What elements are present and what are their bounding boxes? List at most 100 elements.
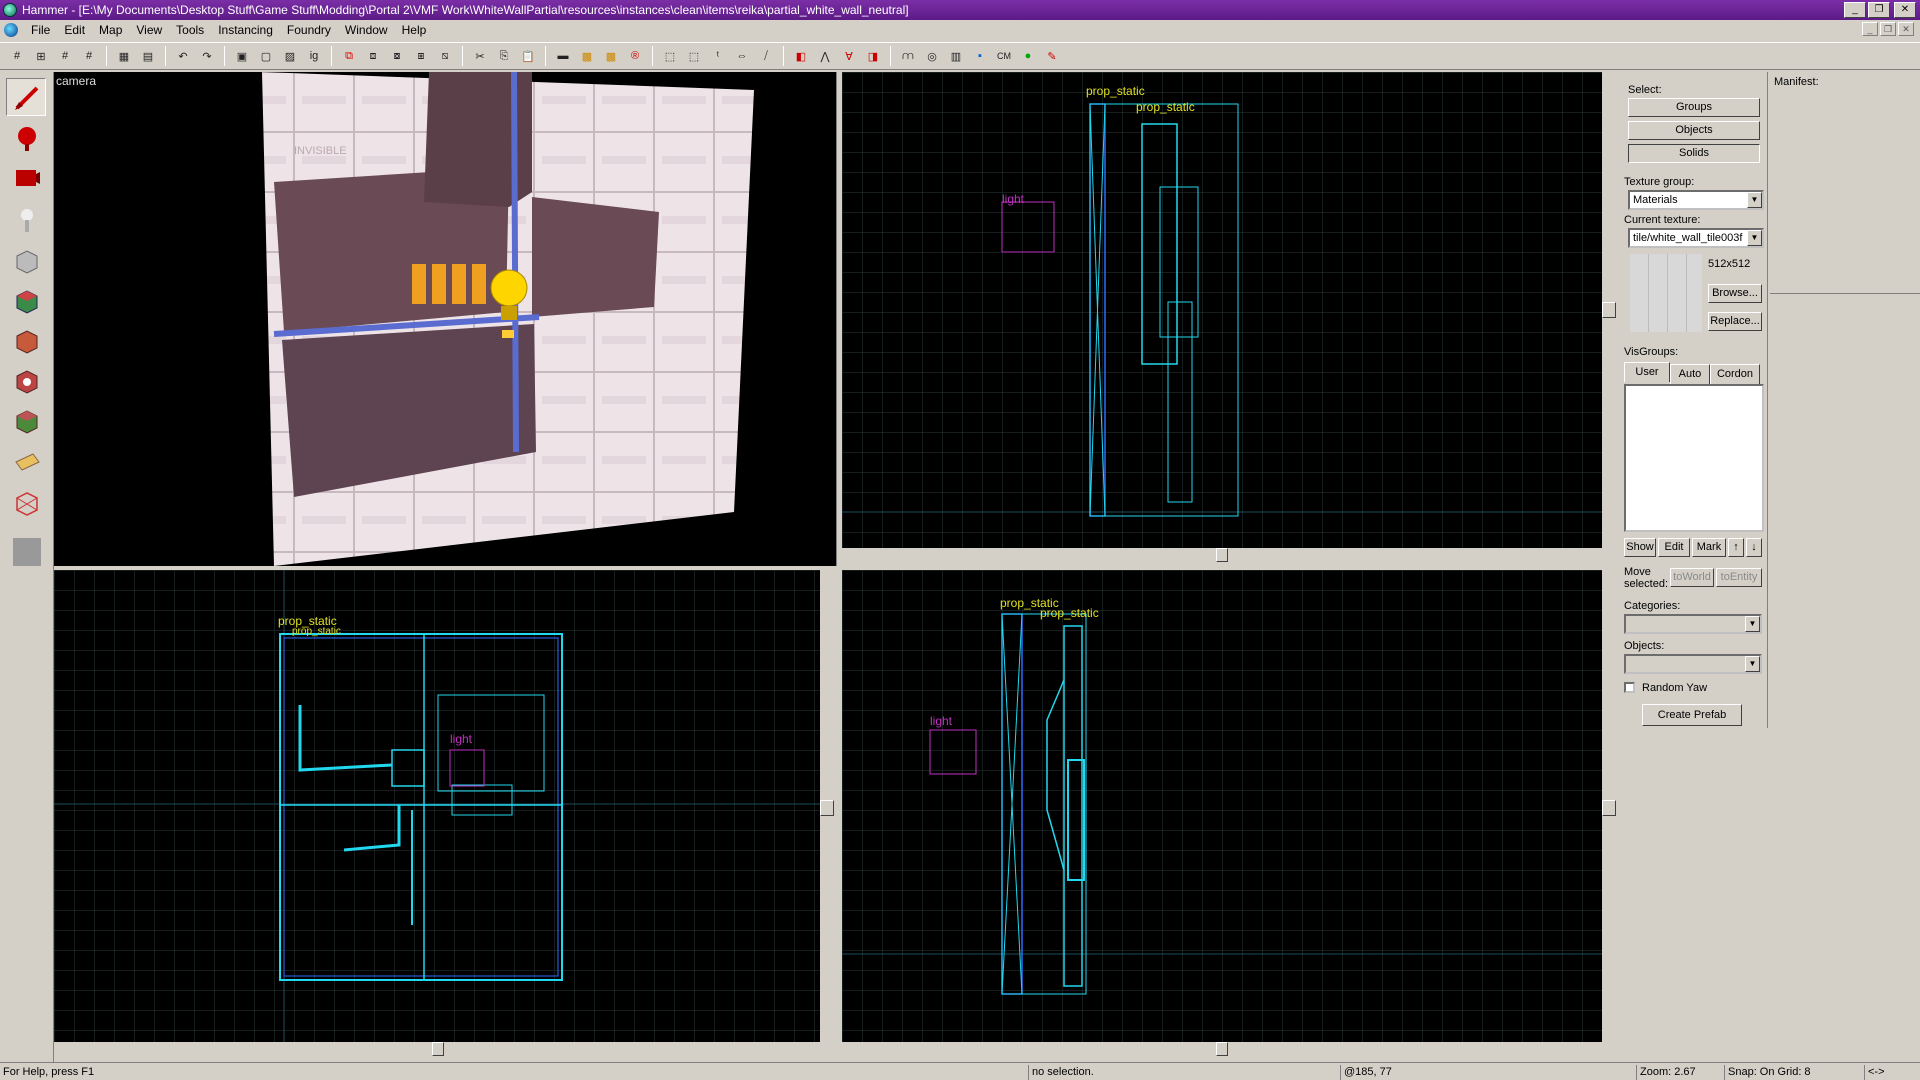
- menu-edit[interactable]: Edit: [57, 20, 92, 40]
- cordon-icon[interactable]: ▪: [969, 45, 991, 67]
- radius-culling-icon[interactable]: ®: [624, 45, 646, 67]
- flip-vertical-icon[interactable]: ᵗ: [707, 45, 729, 67]
- show-hidden-icon[interactable]: ⧆: [410, 45, 432, 67]
- path-tool-icon[interactable]: [6, 532, 46, 570]
- clipping-tool-icon[interactable]: [6, 442, 46, 480]
- menu-tools[interactable]: Tools: [169, 20, 211, 40]
- top-right-hscroll[interactable]: [842, 548, 1602, 562]
- mdi-restore-button[interactable]: ❐: [1880, 22, 1896, 36]
- hide-selected-icon[interactable]: ⧈: [362, 45, 384, 67]
- overlay-tool-icon[interactable]: [6, 400, 46, 438]
- grid-smaller-icon[interactable]: #: [54, 45, 76, 67]
- move-up-button[interactable]: ↑: [1728, 538, 1744, 557]
- current-texture-select[interactable]: tile/white_wall_tile003f ▼: [1628, 228, 1764, 248]
- toggle-texture-icon[interactable]: ▩: [576, 45, 598, 67]
- objects-select[interactable]: ▼: [1624, 654, 1762, 674]
- tab-auto[interactable]: Auto: [1670, 364, 1710, 384]
- texture-group-select[interactable]: Materials ▼: [1628, 190, 1764, 210]
- select-icon[interactable]: ⬚: [659, 45, 681, 67]
- cut-icon[interactable]: ✂: [469, 45, 491, 67]
- cubemap-button[interactable]: CM: [993, 45, 1015, 67]
- vertex-tool-icon[interactable]: ⋀: [814, 45, 836, 67]
- random-yaw-checkbox[interactable]: [1624, 682, 1635, 693]
- map-properties-icon[interactable]: ▥: [945, 45, 967, 67]
- magnify-icon[interactable]: ⬚: [683, 45, 705, 67]
- hide-icon[interactable]: ▨: [279, 45, 301, 67]
- menu-file[interactable]: File: [24, 20, 57, 40]
- texture-tool-icon[interactable]: [6, 280, 46, 318]
- bottom-right-hscroll[interactable]: [842, 1042, 1602, 1056]
- menu-map[interactable]: Map: [92, 20, 129, 40]
- ignore-group-icon[interactable]: ig: [303, 45, 325, 67]
- visgroups-list[interactable]: [1624, 384, 1764, 532]
- menu-window[interactable]: Window: [338, 20, 395, 40]
- grid-larger-icon[interactable]: #: [78, 45, 100, 67]
- flip-horizontal-icon[interactable]: ⇔: [731, 45, 753, 67]
- copy-icon[interactable]: ⎘: [493, 45, 515, 67]
- hide-unselected-icon[interactable]: ⧇: [386, 45, 408, 67]
- menu-instancing[interactable]: Instancing: [211, 20, 280, 40]
- menu-foundry[interactable]: Foundry: [280, 20, 338, 40]
- create-prefab-button[interactable]: Create Prefab: [1642, 704, 1742, 726]
- entity-report-icon[interactable]: ⩋: [897, 45, 919, 67]
- undo-icon[interactable]: ↶: [172, 45, 194, 67]
- tie-to-entity-icon[interactable]: ▬: [552, 45, 574, 67]
- block-tool-icon[interactable]: [6, 240, 46, 278]
- menu-view[interactable]: View: [129, 20, 169, 40]
- camera-tool-icon[interactable]: [6, 158, 46, 196]
- close-button[interactable]: ✕: [1894, 2, 1916, 18]
- bottom-left-hscroll[interactable]: [54, 1042, 820, 1056]
- selection-tool-icon[interactable]: [6, 78, 46, 116]
- snap-icon[interactable]: ⧅: [434, 45, 456, 67]
- carve-icon[interactable]: ▣: [231, 45, 253, 67]
- grid-3d-icon[interactable]: ⊞: [30, 45, 52, 67]
- decal-icon[interactable]: ◨: [862, 45, 884, 67]
- ungroup-icon[interactable]: ▤: [137, 45, 159, 67]
- mark-button[interactable]: Mark: [1692, 538, 1726, 557]
- hammer-app-icon[interactable]: [3, 3, 17, 17]
- mdi-minimize-button[interactable]: _: [1862, 22, 1878, 36]
- to-world-button[interactable]: toWorld: [1670, 568, 1714, 587]
- hollow-icon[interactable]: ▢: [255, 45, 277, 67]
- top-right-2d-view[interactable]: prop_static prop_static light: [842, 72, 1602, 548]
- redo-icon[interactable]: ↷: [196, 45, 218, 67]
- top-right-vscroll[interactable]: [1602, 72, 1616, 548]
- overlay-icon[interactable]: Ɐ: [838, 45, 860, 67]
- group-icon[interactable]: ▦: [113, 45, 135, 67]
- bottom-left-2d-view[interactable]: prop_static prop_static light: [54, 570, 820, 1042]
- toggle-displacement-icon[interactable]: ▩: [600, 45, 622, 67]
- document-icon[interactable]: [4, 23, 18, 37]
- solids-button[interactable]: Solids: [1628, 144, 1760, 163]
- move-down-button[interactable]: ↓: [1746, 538, 1762, 557]
- show-button[interactable]: Show: [1624, 538, 1656, 557]
- edit-button[interactable]: Edit: [1658, 538, 1690, 557]
- mdi-close-button[interactable]: ✕: [1898, 22, 1914, 36]
- texture-lock-icon[interactable]: ⧉: [338, 45, 360, 67]
- camera-viewport[interactable]: camera INVISIBLE: [54, 72, 836, 566]
- minimize-button[interactable]: _: [1844, 2, 1866, 18]
- grid-toggle-icon[interactable]: #: [6, 45, 28, 67]
- tab-cordon[interactable]: Cordon: [1710, 364, 1760, 384]
- apply-texture-icon[interactable]: [6, 320, 46, 358]
- to-entity-button[interactable]: toEntity: [1716, 568, 1762, 587]
- draw-icon[interactable]: ✎: [1041, 45, 1063, 67]
- restore-button[interactable]: ❐: [1868, 2, 1890, 18]
- paste-icon[interactable]: 📋: [517, 45, 539, 67]
- run-map-icon[interactable]: ●: [1017, 45, 1039, 67]
- groups-button[interactable]: Groups: [1628, 98, 1760, 117]
- check-problems-icon[interactable]: ◎: [921, 45, 943, 67]
- replace-button[interactable]: Replace...: [1708, 312, 1762, 331]
- browse-button[interactable]: Browse...: [1708, 284, 1762, 303]
- decal-tool-icon[interactable]: [6, 360, 46, 398]
- flip-icon[interactable]: ⧸: [755, 45, 777, 67]
- bottom-left-vscroll[interactable]: [820, 570, 834, 1042]
- tab-user[interactable]: User: [1624, 362, 1670, 382]
- bottom-right-2d-view[interactable]: prop_static prop_static light: [842, 570, 1602, 1042]
- objects-button[interactable]: Objects: [1628, 121, 1760, 140]
- categories-select[interactable]: ▼: [1624, 614, 1762, 634]
- vertex-tool-icon-left[interactable]: [6, 482, 46, 520]
- texture-application-icon[interactable]: ◧: [790, 45, 812, 67]
- entity-tool-icon[interactable]: [6, 200, 46, 238]
- magnify-tool-icon[interactable]: [6, 118, 46, 156]
- menu-help[interactable]: Help: [395, 20, 434, 40]
